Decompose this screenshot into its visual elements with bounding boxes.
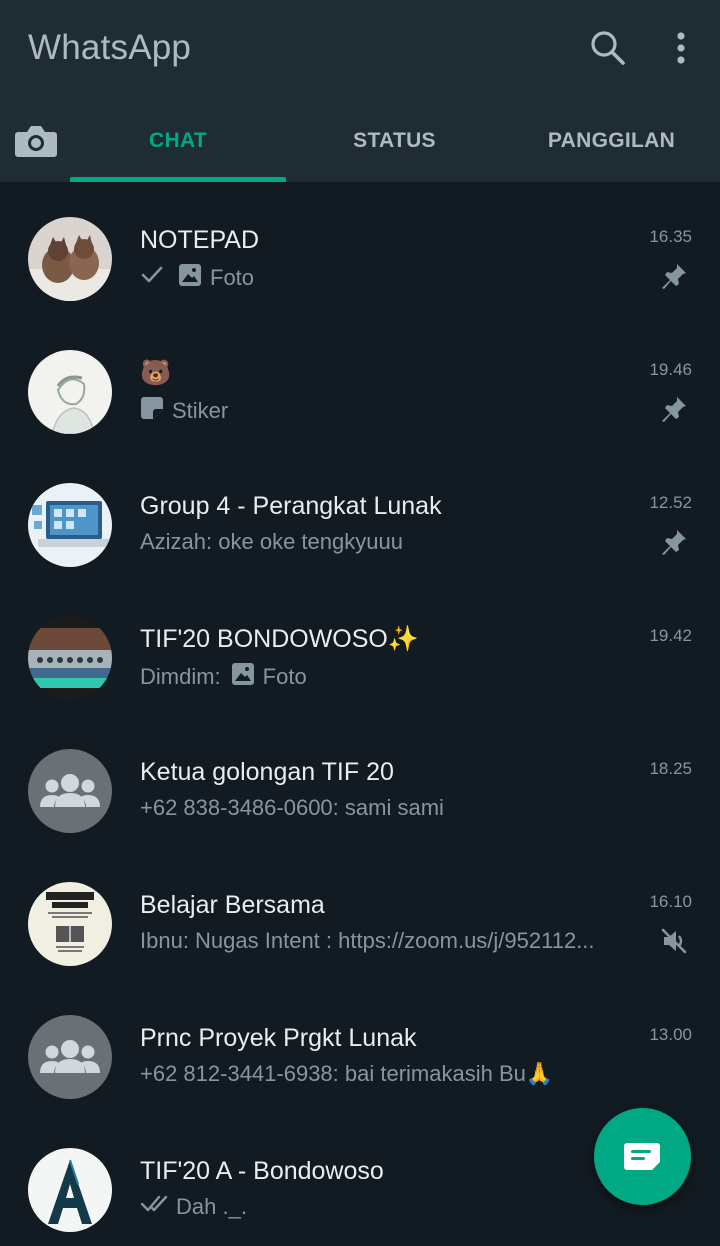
avatar xyxy=(28,616,112,700)
chat-preview: Azizah: oke oke tengkyuuu xyxy=(140,529,640,555)
avatar xyxy=(28,217,112,301)
preview-text: +62 812-3441-6938: bai terimakasih Bu🙏 xyxy=(140,1061,554,1086)
chat-time: 16.35 xyxy=(649,227,692,246)
pin-icon xyxy=(660,262,688,290)
chat-row-group-4[interactable]: Group 4 - Perangkat Lunak Azizah: oke ok… xyxy=(0,448,720,581)
preview-sender: Dimdim: xyxy=(140,664,221,689)
photo-icon xyxy=(231,662,255,692)
new-chat-button[interactable] xyxy=(594,1108,691,1205)
preview-text: +62 838-3486-0600: sami sami xyxy=(140,795,444,820)
camera-icon[interactable] xyxy=(14,120,58,160)
pin-icon xyxy=(660,395,688,423)
more-vert-icon[interactable] xyxy=(670,28,692,73)
chat-name: Belajar Bersama xyxy=(140,891,325,919)
preview-text: Dah ._. xyxy=(176,1194,247,1219)
chat-time: 13.00 xyxy=(649,1025,692,1044)
preview-text: Ibnu: Nugas Intent : https://zoom.us/j/9… xyxy=(140,928,595,953)
avatar xyxy=(28,1148,112,1232)
group-avatar-icon xyxy=(28,749,112,833)
tab-calls[interactable]: PANGGILAN xyxy=(503,100,720,182)
sticker-icon xyxy=(140,396,164,426)
new-chat-icon xyxy=(624,1143,660,1170)
chat-time: 18.25 xyxy=(649,759,692,778)
tab-status[interactable]: STATUS xyxy=(286,100,503,182)
chat-preview: Stiker xyxy=(140,396,640,426)
avatar xyxy=(28,882,112,966)
photo-icon xyxy=(178,263,202,293)
chat-name: TIF'20 BONDOWOSO✨ xyxy=(140,625,419,653)
preview-text: Foto xyxy=(210,265,255,290)
single-check-icon xyxy=(140,265,164,291)
chat-row-bear[interactable]: 🐻 Stiker 19.46 xyxy=(0,315,720,448)
chat-preview: Dah ._. xyxy=(140,1194,640,1220)
avatar xyxy=(28,483,112,567)
avatar xyxy=(28,350,112,434)
preview-text: Foto xyxy=(262,664,307,689)
group-avatar-icon xyxy=(28,1015,112,1099)
chat-preview: +62 812-3441-6938: bai terimakasih Bu🙏 xyxy=(140,1061,640,1087)
chat-time: 12.52 xyxy=(649,493,692,512)
chat-preview: +62 838-3486-0600: sami sami xyxy=(140,795,640,821)
double-check-icon xyxy=(140,1194,170,1220)
chat-row-ketua-golongan[interactable]: Ketua golongan TIF 20 +62 838-3486-0600:… xyxy=(0,714,720,847)
chat-time: 16.10 xyxy=(649,892,692,911)
tab-bar: CHAT STATUS PANGGILAN xyxy=(0,100,720,182)
chat-time: 19.46 xyxy=(649,360,692,379)
chat-row-belajar-bersama[interactable]: Belajar Bersama Ibnu: Nugas Intent : htt… xyxy=(0,847,720,980)
chat-name: Group 4 - Perangkat Lunak xyxy=(140,492,442,520)
chat-preview: Foto xyxy=(140,263,640,293)
chat-name: Ketua golongan TIF 20 xyxy=(140,758,394,786)
tab-chat[interactable]: CHAT xyxy=(70,100,286,182)
chat-row-tif20-bondowoso[interactable]: TIF'20 BONDOWOSO✨ Dimdim: Foto 19.42 xyxy=(0,581,720,714)
chat-name: TIF'20 A - Bondowoso xyxy=(140,1157,384,1185)
preview-text: Azizah: oke oke tengkyuuu xyxy=(140,529,403,554)
chat-row-prnc-proyek[interactable]: Prnc Proyek Prgkt Lunak +62 812-3441-693… xyxy=(0,980,720,1113)
search-icon[interactable] xyxy=(588,28,628,73)
chat-row-notepad[interactable]: NOTEPAD Foto 16.35 xyxy=(0,182,720,315)
chat-name: 🐻 xyxy=(140,359,172,387)
app-bar: WhatsApp CHAT STATUS PANGGILAN xyxy=(0,0,720,182)
chat-preview: Ibnu: Nugas Intent : https://zoom.us/j/9… xyxy=(140,928,640,954)
chat-preview: Dimdim: Foto xyxy=(140,662,640,692)
chat-name: Prnc Proyek Prgkt Lunak xyxy=(140,1024,417,1052)
app-title: WhatsApp xyxy=(28,28,192,67)
preview-text: Stiker xyxy=(172,398,229,423)
chat-time: 19.42 xyxy=(649,626,692,645)
pin-icon xyxy=(660,528,688,556)
chat-name: NOTEPAD xyxy=(140,226,259,254)
muted-icon xyxy=(660,927,688,955)
